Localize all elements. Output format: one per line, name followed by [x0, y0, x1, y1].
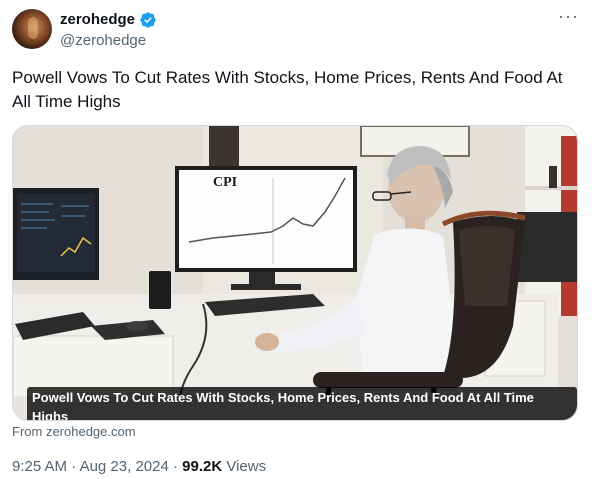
meta-separator: · [172, 458, 178, 475]
avatar[interactable] [12, 9, 52, 49]
tweet-meta: 9:25 AM · Aug 23, 2024 · 99.2K Views [12, 457, 266, 477]
tweet-time[interactable]: 9:25 AM [12, 458, 67, 475]
views-label: Views [226, 458, 267, 475]
verified-badge-icon [140, 12, 156, 28]
meta-separator: · [71, 458, 77, 475]
author-display-name[interactable]: zerohedge [60, 10, 135, 30]
link-source[interactable]: From zerohedge.com [12, 424, 136, 440]
monitor-cpi-label: CPI [213, 175, 237, 190]
tweet-text: Powell Vows To Cut Rates With Stocks, Ho… [12, 68, 563, 111]
author-name-row: zerohedge [60, 10, 157, 30]
author-handle[interactable]: @zerohedge [60, 31, 146, 51]
more-icon[interactable]: ··· [558, 7, 578, 30]
media-caption: Powell Vows To Cut Rates With Stocks, Ho… [27, 387, 577, 420]
tweet-media[interactable]: CPI Powell Vows To Cut Rates With Stocks… [12, 125, 578, 421]
views-count[interactable]: 99.2K [182, 458, 222, 475]
tweet-date[interactable]: Aug 23, 2024 [80, 458, 169, 475]
tweet-card: zerohedge @zerohedge ··· Powell Vows To … [0, 0, 602, 479]
media-illustration: CPI [13, 126, 577, 420]
